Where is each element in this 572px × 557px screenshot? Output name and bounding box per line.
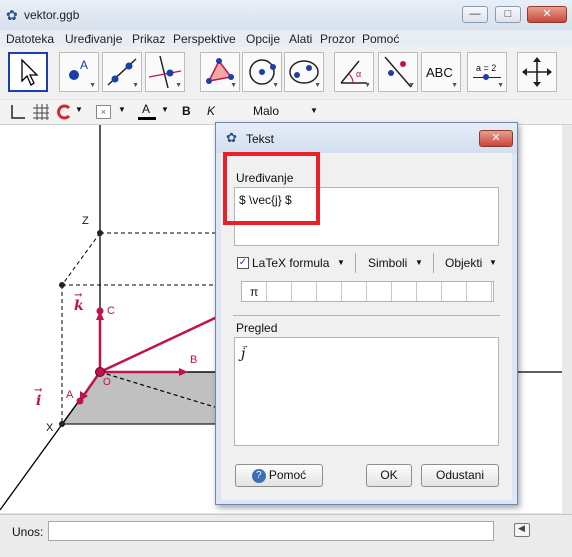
point-capture-icon[interactable] <box>57 104 73 120</box>
preview-text: j <box>241 346 246 362</box>
objects-dropdown[interactable]: Objekti <box>445 256 482 270</box>
dialog-icon: ✿ <box>226 130 237 145</box>
point-c[interactable] <box>96 307 104 315</box>
section-divider <box>233 315 500 316</box>
maximize-button[interactable]: □ <box>495 6 521 23</box>
toolbar-separator <box>433 253 434 273</box>
dialog-close-button[interactable]: ✕ <box>479 130 513 147</box>
label-x: X <box>46 422 54 434</box>
point-top-left[interactable] <box>59 282 65 288</box>
slider-tool-label: a = 2 <box>476 63 497 73</box>
chevron-down-icon[interactable]: ▼ <box>415 258 423 267</box>
label-o: O <box>103 377 111 388</box>
symbol-pi[interactable]: π <box>250 285 258 299</box>
window-title-bar: ✿ vektor.ggb — □ ✕ <box>0 0 572 30</box>
move-tool[interactable] <box>8 52 48 92</box>
chevron-down-icon[interactable]: ▼ <box>489 258 497 267</box>
vertical-scrollbar[interactable] <box>562 125 572 513</box>
dialog-title: Tekst <box>246 132 275 146</box>
input-help-button[interactable]: ◀ <box>514 523 530 537</box>
latex-checkbox[interactable]: ✓ <box>237 257 249 269</box>
check-icon: ✓ <box>238 257 248 268</box>
italic-button[interactable]: K <box>207 104 215 118</box>
point-a[interactable] <box>76 397 84 405</box>
toolbar-separator <box>355 253 356 273</box>
conic-tool[interactable]: ▼ <box>284 52 324 92</box>
chevron-down-icon[interactable]: ▼ <box>75 105 83 114</box>
svg-text:A: A <box>80 58 88 72</box>
move-graphics-tool[interactable] <box>517 52 557 92</box>
symbol-table: π <box>241 281 494 302</box>
point-o[interactable] <box>95 367 105 377</box>
menubar: Datoteka Uređivanje Prikaz Perspektive O… <box>0 30 572 47</box>
text-tool-label: ABC <box>426 65 453 80</box>
label-i-vector: → i <box>34 385 43 409</box>
text-size-select[interactable]: Malo <box>253 104 279 118</box>
bg-color-icon[interactable]: × <box>96 105 111 119</box>
window-title: vektor.ggb <box>24 8 80 22</box>
preview-section-label: Pregled <box>236 321 278 335</box>
highlight-box <box>223 152 320 225</box>
line-tool[interactable]: ▼ <box>102 52 142 92</box>
toolbar: A ▼ ▼ ▼ ▼ ▼ ▼ α ▼ ▼ ABC ▼ a = 2 ▼ <box>0 47 572 99</box>
menu-pomoc[interactable]: Pomoć <box>362 32 399 46</box>
point-z[interactable] <box>97 230 103 236</box>
dashed-edge <box>61 232 101 286</box>
triangle-left-icon: ◀ <box>518 523 525 533</box>
chevron-down-icon[interactable]: ▼ <box>118 105 126 114</box>
chevron-down-icon[interactable]: ▼ <box>310 106 318 115</box>
preview-panel: → j <box>234 337 499 446</box>
ok-button[interactable]: OK <box>366 464 412 487</box>
close-icon: ✕ <box>491 132 501 144</box>
circle-tool[interactable]: ▼ <box>242 52 282 92</box>
label-a: A <box>66 389 74 401</box>
input-bar: Unos: ◀ <box>0 514 572 557</box>
input-field[interactable] <box>48 521 494 541</box>
latex-label[interactable]: LaTeX formula <box>252 256 329 270</box>
point-tool[interactable]: A ▼ <box>59 52 99 92</box>
symbols-dropdown[interactable]: Simboli <box>368 256 407 270</box>
long-vector[interactable] <box>99 309 231 374</box>
label-z: Z <box>82 215 89 227</box>
app-icon: ✿ <box>6 7 18 23</box>
help-icon: ? <box>251 468 266 483</box>
grid-toggle-icon[interactable] <box>32 103 50 121</box>
move-arrows-icon <box>522 57 552 87</box>
arrow-accent-icon: → <box>74 290 83 301</box>
arrow-accent-icon: → <box>34 385 43 396</box>
menu-opcije[interactable]: Opcije <box>246 32 280 46</box>
text-color-swatch <box>138 117 156 120</box>
menu-prikaz[interactable]: Prikaz <box>132 32 165 46</box>
help-button[interactable]: ? Pomoć <box>235 464 323 487</box>
angle-tool[interactable]: α ▼ <box>334 52 374 92</box>
label-b: B <box>190 354 198 366</box>
svg-text:α: α <box>356 69 361 79</box>
menu-alati[interactable]: Alati <box>289 32 312 46</box>
minimize-button[interactable]: — <box>462 6 488 23</box>
polygon-tool[interactable]: ▼ <box>200 52 240 92</box>
perpendicular-tool[interactable]: ▼ <box>145 52 185 92</box>
chevron-down-icon[interactable]: ▼ <box>161 105 169 114</box>
menu-uredivanje[interactable]: Uređivanje <box>65 32 122 46</box>
point-x[interactable] <box>59 421 65 427</box>
dialog-title-bar: ✿ Tekst ✕ <box>216 123 517 153</box>
bold-button[interactable]: B <box>182 104 191 118</box>
text-color-button[interactable]: A <box>142 102 150 116</box>
label-c: C <box>107 305 115 317</box>
reflect-tool[interactable]: ▼ <box>378 52 418 92</box>
cancel-button[interactable]: Odustani <box>421 464 499 487</box>
input-label: Unos: <box>12 525 44 539</box>
menu-prozor[interactable]: Prozor <box>320 32 355 46</box>
text-tool[interactable]: ABC ▼ <box>421 52 461 92</box>
label-k-vector: → k <box>74 290 84 314</box>
close-button[interactable]: ✕ <box>527 6 567 23</box>
chevron-down-icon[interactable]: ▼ <box>337 258 345 267</box>
slider-knob <box>483 74 489 80</box>
menu-perspektive[interactable]: Perspektive <box>173 32 236 46</box>
cursor-arrow-icon <box>21 58 39 86</box>
menu-datoteka[interactable]: Datoteka <box>6 32 54 46</box>
axes-toggle-icon[interactable] <box>8 103 26 121</box>
slider-tool[interactable]: a = 2 ▼ <box>467 52 507 92</box>
